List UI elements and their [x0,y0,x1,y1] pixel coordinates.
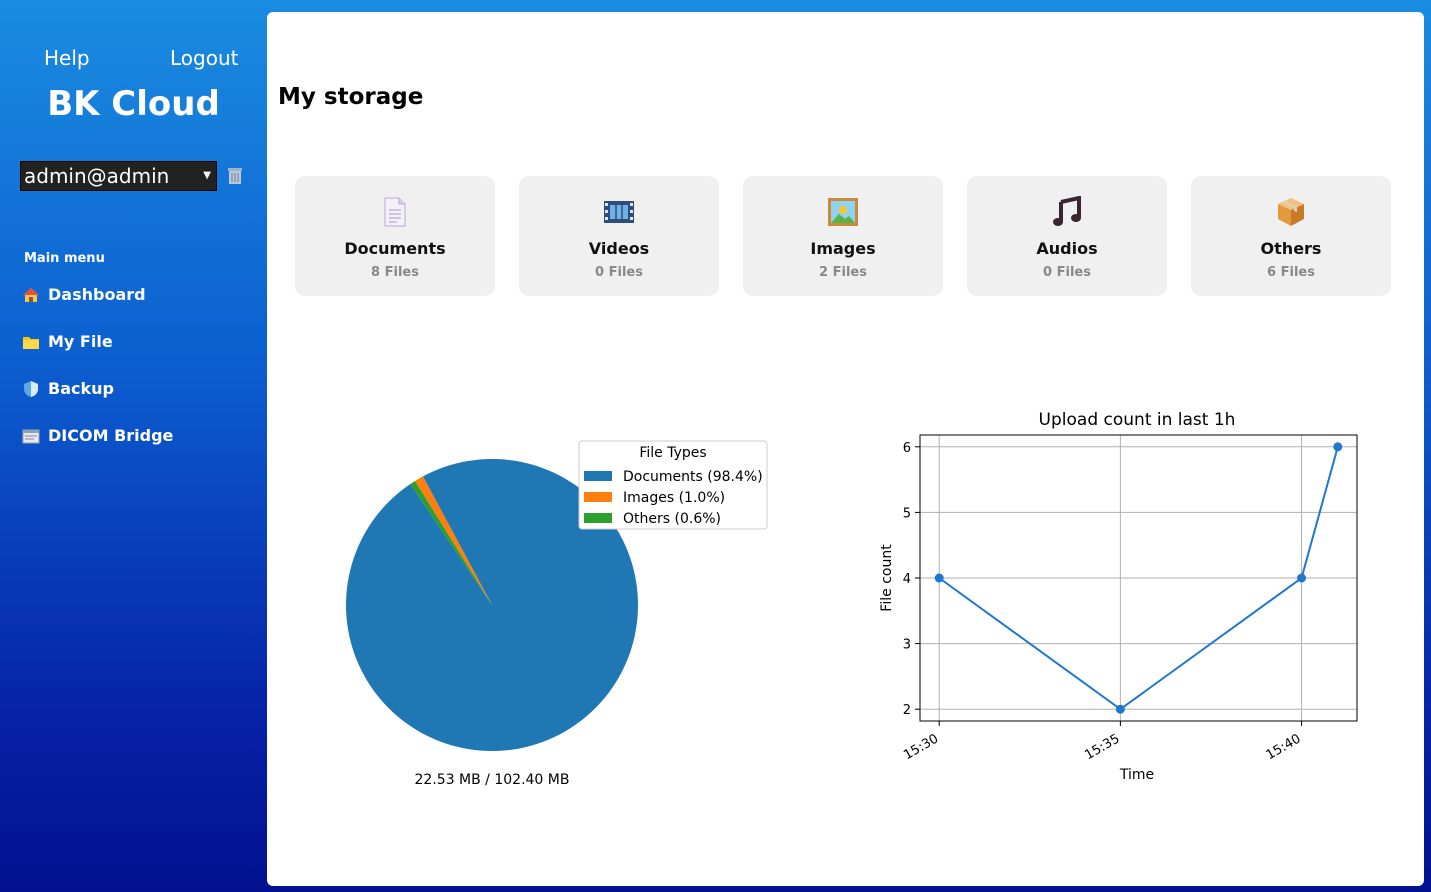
card-count: 6 Files [1267,265,1315,280]
window-icon [22,429,40,443]
y-tick-label: 4 [903,572,911,587]
legend-label: Documents (98.4%) [623,469,763,485]
y-tick-label: 6 [903,441,911,456]
sidebar-item-label: My File [48,332,113,351]
main-panel: My storage Documents 8 Files Videos 0 Fi… [267,12,1424,886]
card-title: Videos [588,239,650,258]
film-icon [604,201,634,223]
data-point [1333,442,1343,452]
card-title: Documents [344,239,446,258]
pie-chart: File Types Documents (98.4%) Images (1.0%… [346,440,768,788]
data-point [1115,704,1125,714]
sidebar-item-dashboard[interactable]: Dashboard [22,285,146,304]
category-card-audios[interactable]: Audios 0 Files [967,176,1167,296]
menu-title: Main menu [24,251,105,266]
account-select[interactable]: admin@admin ▼ [20,161,217,191]
legend-label: Others (0.6%) [623,511,721,527]
card-count: 0 Files [1043,265,1091,280]
chevron-down-icon: ▼ [203,170,211,181]
legend-swatch [584,513,612,523]
sidebar-item-backup[interactable]: Backup [22,379,114,398]
x-axis-label: Time [1119,767,1154,783]
category-card-others[interactable]: Others 6 Files [1191,176,1391,296]
storage-caption: 22.53 MB / 102.40 MB [415,772,570,788]
music-note-icon [1053,196,1081,226]
sidebar: Help Logout BK Cloud admin@admin ▼ Main … [0,0,267,892]
house-icon [23,287,39,302]
account-value: admin@admin [24,164,170,188]
category-card-documents[interactable]: Documents 8 Files [295,176,495,296]
legend-swatch [584,492,612,502]
x-tick-label: 15:30 [901,731,941,763]
y-tick-label: 2 [903,703,911,718]
picture-icon [828,198,858,226]
page-title: My storage [278,84,424,110]
data-point [1297,573,1307,583]
y-axis-label: File count [879,544,895,612]
sidebar-item-label: DICOM Bridge [48,426,174,445]
package-icon [1278,198,1304,226]
y-tick-label: 5 [903,506,911,521]
chart-title: Upload count in last 1h [1039,410,1236,430]
legend-title: File Types [639,445,706,461]
shield-icon [24,380,38,397]
document-icon [384,197,406,227]
trash-icon[interactable] [227,167,243,185]
legend-swatch [584,471,612,481]
card-count: 2 Files [819,265,867,280]
pie-legend: File Types Documents (98.4%) Images (1.0%… [578,440,768,530]
card-title: Others [1260,239,1322,258]
sidebar-item-my-file[interactable]: My File [22,332,113,351]
account-row: admin@admin ▼ [20,161,243,191]
category-card-videos[interactable]: Videos 0 Files [519,176,719,296]
data-point [934,573,944,583]
card-title: Images [810,239,876,258]
y-tick-label: 3 [903,638,911,653]
logout-link[interactable]: Logout [170,46,238,70]
legend-label: Images (1.0%) [623,490,725,506]
x-tick-label: 15:35 [1082,731,1122,763]
card-count: 0 Files [595,265,643,280]
help-link[interactable]: Help [44,46,90,70]
brand-title: BK Cloud [47,84,220,124]
category-card-images[interactable]: Images 2 Files [743,176,943,296]
sidebar-item-label: Backup [48,379,114,398]
line-chart: Upload count in last 1h 2 3 4 5 6 15:30 15:35 1… [879,410,1358,783]
sidebar-item-dicom-bridge[interactable]: DICOM Bridge [22,426,173,445]
card-count: 8 Files [371,265,419,280]
sidebar-item-label: Dashboard [48,285,146,304]
folder-icon [23,336,39,349]
card-title: Audios [1036,239,1098,258]
x-tick-label: 15:40 [1264,731,1304,763]
